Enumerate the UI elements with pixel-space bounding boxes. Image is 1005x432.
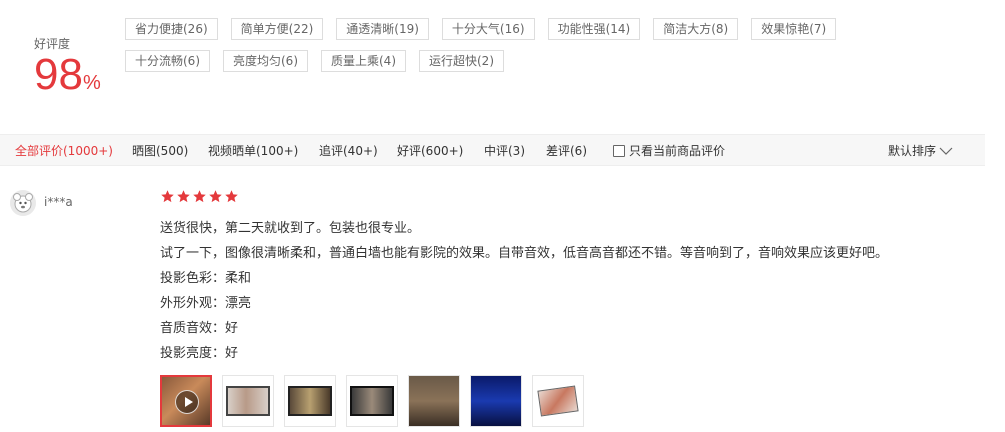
photo-image (537, 385, 579, 417)
star-icon (225, 190, 238, 203)
filter-followup[interactable]: 追评(40+) (319, 135, 378, 167)
review-tag[interactable]: 简洁大方(8) (653, 18, 739, 40)
review-tag[interactable]: 十分流畅(6) (125, 50, 210, 72)
only-current-checkbox[interactable] (613, 145, 625, 157)
review-tag[interactable]: 效果惊艳(7) (751, 18, 837, 40)
review-tag[interactable]: 亮度均匀(6) (223, 50, 308, 72)
photo-image (471, 376, 521, 426)
chevron-down-icon (939, 147, 953, 155)
photo-image (409, 376, 459, 426)
only-current-product-toggle[interactable]: 只看当前商品评价 (613, 135, 725, 167)
filter-videos[interactable]: 视频晒单(100+) (208, 135, 298, 167)
photo-thumbnail[interactable] (284, 375, 336, 427)
photo-thumbnail[interactable] (408, 375, 460, 427)
photo-thumbnail[interactable] (222, 375, 274, 427)
photo-image (350, 386, 394, 416)
star-icon (161, 190, 174, 203)
positive-rate-number: 98 (34, 50, 83, 99)
only-current-label: 只看当前商品评价 (629, 144, 726, 158)
photo-thumbnail[interactable] (532, 375, 584, 427)
video-thumbnail[interactable] (160, 375, 212, 427)
positive-rate-value: 98% (34, 52, 101, 98)
review-tag[interactable]: 十分大气(16) (441, 18, 535, 40)
review-filter-bar: 全部评价(1000+) 晒图(500) 视频晒单(100+) 追评(40+) 好… (0, 134, 985, 166)
photo-thumbnail[interactable] (346, 375, 398, 427)
filter-negative[interactable]: 差评(6) (546, 135, 587, 167)
review-attribute: 音质音效：好 (160, 321, 239, 336)
filter-all[interactable]: 全部评价(1000+) (15, 135, 113, 167)
filter-photos[interactable]: 晒图(500) (132, 135, 188, 167)
photo-image (226, 386, 270, 416)
review-attribute: 投影亮度：好 (160, 346, 239, 361)
review-attribute: 外形外观：漂亮 (160, 296, 252, 311)
avatar (10, 190, 36, 216)
star-rating (160, 189, 240, 204)
photo-image (288, 386, 332, 416)
sort-label: 默认排序 (887, 144, 936, 158)
review-tag[interactable]: 运行超快(2) (419, 50, 504, 72)
positive-rate-unit: % (82, 72, 101, 94)
review-tags: 省力便捷(26) 简单方便(22) 通透清晰(19) 十分大气(16) 功能性强… (125, 18, 945, 82)
star-icon (209, 190, 222, 203)
play-icon (175, 390, 199, 414)
review-media (160, 375, 594, 427)
review-tag[interactable]: 通透清晰(19) (336, 18, 429, 40)
sort-dropdown[interactable]: 默认排序 (888, 135, 953, 167)
avatar-icon (10, 190, 36, 216)
review-text-line: 送货很快，第二天就收到了。包装也很专业。 (160, 221, 421, 236)
star-icon (177, 190, 190, 203)
photo-thumbnail[interactable] (470, 375, 522, 427)
reviewer-name: i***a (44, 195, 73, 209)
filter-positive[interactable]: 好评(600+) (397, 135, 463, 167)
review-tag[interactable]: 质量上乘(4) (321, 50, 406, 72)
review-text-line: 试了一下，图像很清晰柔和，普通白墙也能有影院的效果。自带音效，低音高音都还不错。… (160, 246, 889, 261)
review-tag[interactable]: 简单方便(22) (230, 18, 324, 40)
review-tag[interactable]: 省力便捷(26) (125, 18, 218, 40)
review-content: 送货很快，第二天就收到了。包装也很专业。 试了一下，图像很清晰柔和，普通白墙也能… (160, 216, 888, 366)
review-attribute: 投影色彩：柔和 (160, 271, 252, 286)
star-icon (193, 190, 206, 203)
review-tag[interactable]: 功能性强(14) (547, 18, 641, 40)
filter-neutral[interactable]: 中评(3) (484, 135, 525, 167)
